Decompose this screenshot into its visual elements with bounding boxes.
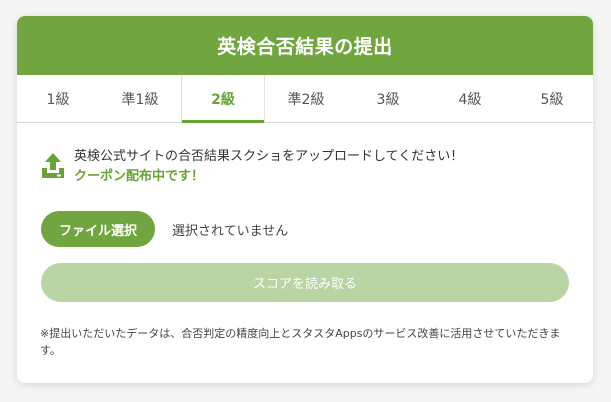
tab-label: 5級 — [540, 91, 564, 108]
tab-label: 2級 — [211, 91, 235, 108]
upload-instruction: 英検公式サイトの合否結果スクショをアップロードしてください！ クーポン配布中です… — [40, 147, 463, 187]
tab-grade-pre2[interactable]: 準2級 — [265, 75, 347, 122]
grade-tabs: 1級 準1級 2級 準2級 3級 4級 5級 — [17, 75, 593, 123]
tab-label: 4級 — [458, 91, 482, 108]
coupon-promo-text: クーポン配布中です！ — [74, 169, 205, 184]
submission-card: 英検合否結果の提出 1級 準1級 2級 準2級 3級 4級 5級 英検公式サイト… — [17, 16, 593, 383]
tab-label: 準1級 — [121, 91, 159, 108]
page-title: 英検合否結果の提出 — [217, 36, 393, 58]
tab-grade-5[interactable]: 5級 — [511, 75, 593, 122]
tab-grade-4[interactable]: 4級 — [429, 75, 511, 122]
choose-file-button[interactable]: ファイル選択 — [41, 211, 155, 247]
tab-label: 準2級 — [287, 91, 325, 108]
card-header: 英検合否結果の提出 — [17, 16, 593, 75]
tab-label: 3級 — [376, 91, 400, 108]
read-score-button[interactable]: スコアを読み取る — [41, 263, 569, 302]
tab-grade-pre1[interactable]: 準1級 — [99, 75, 181, 122]
upload-instruction-text: 英検公式サイトの合否結果スクショをアップロードしてください！ — [74, 149, 464, 164]
upload-text: 英検公式サイトの合否結果スクショをアップロードしてください！ クーポン配布中です… — [74, 147, 463, 187]
tab-grade-1[interactable]: 1級 — [17, 75, 99, 122]
upload-icon — [42, 153, 64, 178]
tab-grade-3[interactable]: 3級 — [347, 75, 429, 122]
data-usage-note: ※提出いただいたデータは、合否判定の精度向上とスタスタAppsのサービス改善に活… — [40, 327, 561, 357]
file-picker: ファイル選択 選択されていません — [41, 211, 288, 247]
file-status-text: 選択されていません — [172, 223, 289, 239]
tab-grade-2[interactable]: 2級 — [181, 75, 265, 123]
tab-label: 1級 — [46, 91, 70, 108]
